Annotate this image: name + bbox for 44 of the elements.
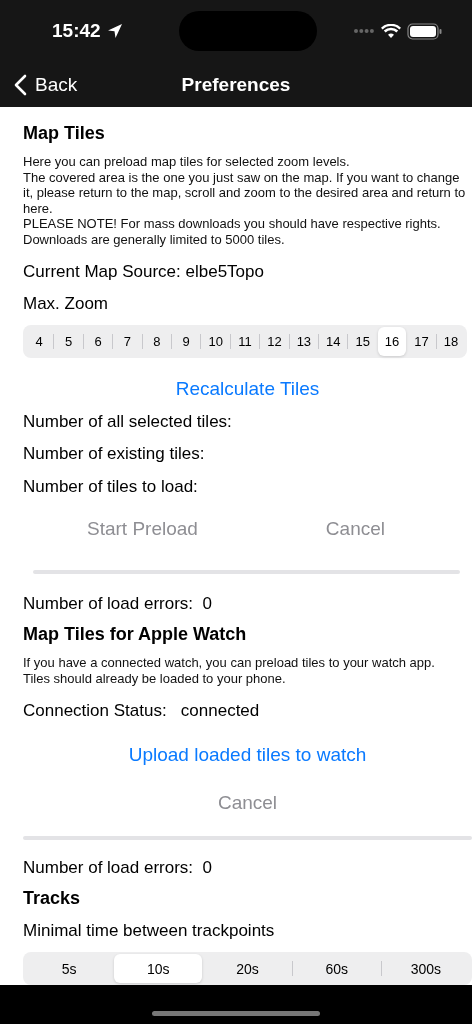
load-errors-label: Number of load errors: 0 <box>23 856 213 879</box>
segment[interactable]: 10s <box>114 954 203 983</box>
interval-label: Minimal time between trackpoints <box>23 920 276 943</box>
description-text: Here you can preload map tiles for selected zoom levels. The covered area is the one you just saw on the map. If you want to change it, please return to the map, scroll and zoom to the desired area and return to here. PLEASE NOTE! For mass downloads you should have respective rights. Downloads are generally limited to 5000 tiles. <box>23 154 467 248</box>
segment[interactable]: 8 <box>142 327 172 356</box>
map-source-label: Current Map Source: elbe5Topo <box>23 260 265 283</box>
segment[interactable]: 6 <box>83 327 113 356</box>
connection-status-label: Connection Status: connected <box>23 699 261 722</box>
segment[interactable]: 60s <box>292 954 381 983</box>
signal-icon <box>353 28 375 34</box>
clock: 15:42 <box>52 20 101 42</box>
section-heading: Map Tiles for Apple Watch <box>23 624 248 646</box>
segment[interactable]: 14 <box>319 327 348 356</box>
segment[interactable]: 18 <box>436 327 466 356</box>
segment[interactable]: 11 <box>230 327 260 356</box>
chevron-left-icon <box>14 73 27 96</box>
segment[interactable]: 9 <box>172 327 201 356</box>
segment[interactable]: 5s <box>25 954 114 983</box>
segment[interactable]: 13 <box>289 327 319 356</box>
back-button[interactable]: Back <box>0 73 78 96</box>
count-label: Number of tiles to load: <box>23 476 199 499</box>
max-zoom-label: Max. Zoom <box>23 293 110 316</box>
segment[interactable]: 15 <box>348 327 377 356</box>
upload-button[interactable]: Upload loaded tiles to watch <box>128 740 367 771</box>
segment[interactable]: 12 <box>260 327 289 356</box>
section-heading: Tracks <box>23 888 82 910</box>
segment[interactable]: 7 <box>113 327 142 356</box>
battery-icon <box>407 22 442 40</box>
section-heading: Map Tiles <box>23 123 106 144</box>
recalculate-button[interactable]: Recalculate Tiles <box>175 373 320 404</box>
segment[interactable]: 20s <box>203 954 292 983</box>
segment[interactable]: 17 <box>407 327 436 356</box>
segment[interactable]: 5 <box>54 327 83 356</box>
count-label: Number of existing tiles: <box>23 443 206 466</box>
segment[interactable]: 16 <box>377 327 407 356</box>
segment[interactable]: 4 <box>25 327 54 356</box>
description-text: If you have a connected watch, you can preload tiles to your watch app. Tiles should already be loaded to your phone. <box>23 655 436 687</box>
location-arrow-icon <box>106 23 123 39</box>
segment[interactable]: 300s <box>381 954 470 983</box>
segment[interactable]: 10 <box>201 327 230 356</box>
count-label: Number of all selected tiles: <box>23 410 233 433</box>
wifi-icon <box>381 23 401 39</box>
load-errors-label: Number of load errors: 0 <box>23 592 213 615</box>
screen-title: Preferences <box>181 73 291 96</box>
